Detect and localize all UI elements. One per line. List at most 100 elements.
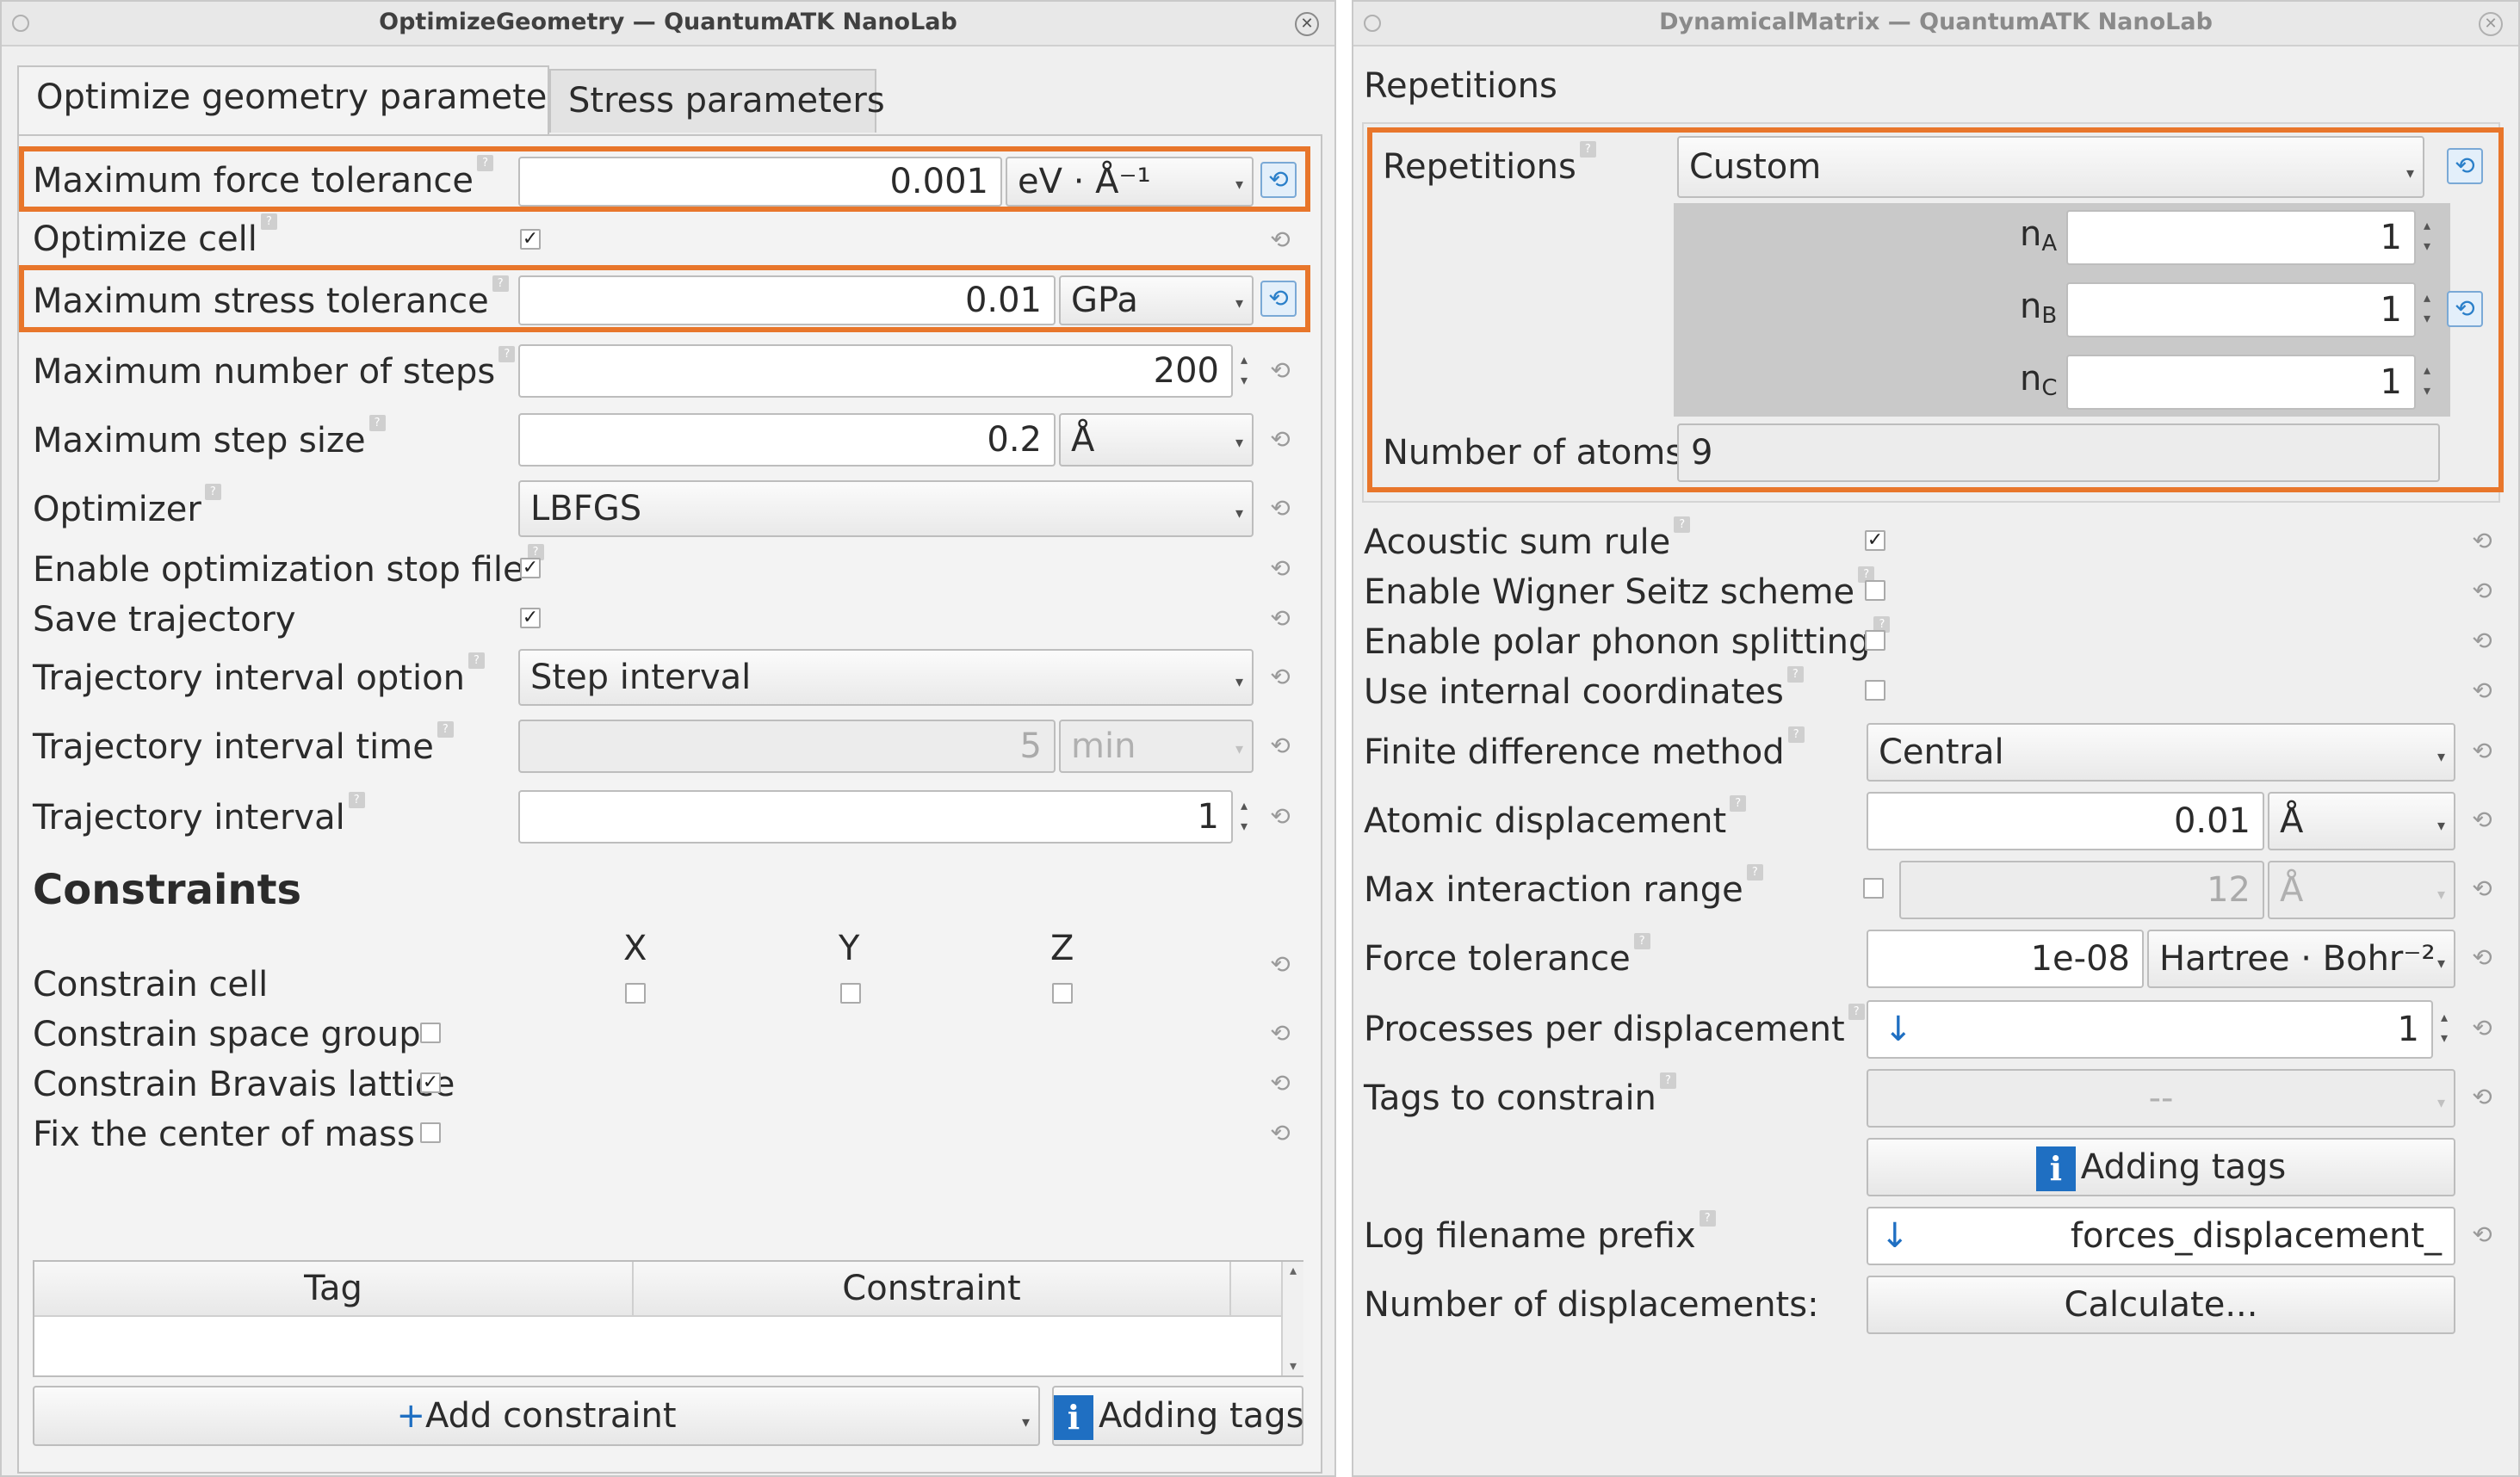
help-icon[interactable]: ?: [1786, 666, 1804, 683]
calculate-button[interactable]: Calculate...: [1867, 1276, 2455, 1334]
help-icon[interactable]: ?: [260, 213, 277, 230]
reset-icon[interactable]: ⟲: [2469, 578, 2495, 604]
tab-optimize-geometry-parameters[interactable]: Optimize geometry parameters: [17, 65, 579, 136]
dropdown-arrow-icon: ▾: [2436, 817, 2445, 835]
help-icon[interactable]: ?: [368, 415, 386, 431]
acoustic-sum-rule-checkbox[interactable]: ✓: [1865, 530, 1885, 551]
constrain-bravais-checkbox[interactable]: ✓: [420, 1072, 441, 1093]
tag-column-header[interactable]: Tag: [34, 1269, 632, 1308]
spin-arrows-icon[interactable]: ▴ ▾: [2435, 1007, 2454, 1048]
constrain-space-group-checkbox[interactable]: [420, 1023, 441, 1043]
spin-arrows-icon[interactable]: ▴ ▾: [1235, 349, 1254, 391]
constrain-cell-x-checkbox[interactable]: [625, 983, 646, 1004]
dropdown-arrow-icon: ▾: [2436, 955, 2445, 973]
stop-file-checkbox[interactable]: ✓: [520, 558, 541, 578]
repetitions-section-title: Repetitions: [1364, 66, 1557, 106]
trajectory-interval-input[interactable]: 1: [518, 790, 1233, 844]
finite-difference-select[interactable]: Central ▾: [1867, 723, 2455, 782]
reset-icon[interactable]: ⟲: [2469, 876, 2495, 902]
adding-tags-button[interactable]: i Adding tags: [1052, 1386, 1303, 1446]
help-icon[interactable]: ?: [1674, 516, 1691, 533]
help-icon[interactable]: ?: [204, 484, 221, 500]
reset-icon[interactable]: ⟲: [2469, 678, 2495, 704]
trajectory-option-select[interactable]: Step interval ▾: [518, 649, 1254, 706]
center-of-mass-label: Fix the center of mass: [33, 1115, 415, 1154]
spin-arrows-icon[interactable]: ▴ ▾: [1235, 795, 1254, 837]
constrain-cell-z-checkbox[interactable]: [1052, 983, 1073, 1004]
reset-icon[interactable]: ⟲: [2469, 1016, 2495, 1041]
reset-icon[interactable]: ⟲: [2469, 1085, 2495, 1110]
atomic-displacement-input[interactable]: 0.01: [1867, 792, 2264, 850]
close-icon[interactable]: ✕: [2479, 12, 2503, 36]
reset-icon[interactable]: ⟲: [1267, 804, 1293, 830]
reset-icon[interactable]: ⟲: [1267, 358, 1293, 384]
reset-icon[interactable]: ⟲: [1267, 496, 1293, 522]
processes-label: Processes per displacement?: [1364, 1004, 1865, 1050]
reset-icon[interactable]: ⟲: [2469, 528, 2495, 554]
help-icon[interactable]: ?: [498, 346, 516, 362]
reset-icon[interactable]: ⟲: [2469, 945, 2495, 971]
processes-input[interactable]: ↓ 1: [1867, 1000, 2433, 1059]
help-icon[interactable]: ?: [1699, 1210, 1716, 1227]
polar-splitting-checkbox[interactable]: [1865, 630, 1885, 651]
max-interaction-range-checkbox[interactable]: [1863, 878, 1884, 899]
reset-icon[interactable]: ⟲: [2469, 738, 2495, 764]
dropdown-arrow-icon: ▾: [2436, 748, 2445, 766]
polar-splitting-label: Enable polar phonon splitting?: [1364, 616, 1891, 663]
dropdown-arrow-icon: ▾: [1235, 673, 1243, 691]
optimize-cell-checkbox[interactable]: ✓: [520, 229, 541, 250]
reset-icon[interactable]: ⟲: [1267, 227, 1293, 253]
max-steps-input[interactable]: 200: [518, 344, 1233, 398]
atomic-displacement-unit-select[interactable]: Å ▾: [2268, 792, 2455, 850]
force-tolerance-unit-select[interactable]: Hartree · Bohr⁻² ▾: [2147, 930, 2455, 988]
help-icon[interactable]: ?: [467, 652, 485, 669]
log-prefix-input[interactable]: ↓ forces_displacement_: [1867, 1207, 2455, 1265]
reset-icon[interactable]: ⟲: [2469, 1222, 2495, 1248]
reset-icon[interactable]: ⟲: [1267, 733, 1293, 759]
force-tolerance-input[interactable]: 1e-08: [1867, 930, 2144, 988]
constrain-cell-y-checkbox[interactable]: [840, 983, 861, 1004]
help-icon[interactable]: ?: [1848, 1004, 1865, 1020]
highlight-box: [19, 146, 1310, 212]
help-icon[interactable]: ?: [1746, 864, 1763, 881]
reset-icon[interactable]: ⟲: [1267, 1071, 1293, 1097]
adding-tags-button[interactable]: i Adding tags: [1867, 1138, 2455, 1196]
constraint-column-header[interactable]: Constraint: [634, 1269, 1229, 1308]
internal-coordinates-label: Use internal coordinates?: [1364, 666, 1804, 713]
help-icon[interactable]: ?: [1633, 933, 1650, 949]
tab-stress-parameters[interactable]: Stress parameters: [549, 69, 885, 133]
reset-icon[interactable]: ⟲: [1267, 1121, 1293, 1146]
max-step-size-unit-select[interactable]: Å ▾: [1059, 413, 1254, 467]
help-icon[interactable]: ?: [1659, 1072, 1676, 1089]
help-icon[interactable]: ?: [437, 721, 454, 738]
max-step-size-input[interactable]: 0.2: [518, 413, 1056, 467]
reset-icon[interactable]: ⟲: [1267, 427, 1293, 453]
close-icon[interactable]: ✕: [1295, 12, 1319, 36]
table-scrollbar[interactable]: ▴ ▾: [1281, 1262, 1303, 1375]
add-constraint-button[interactable]: +Add constraint ▾: [33, 1386, 1040, 1446]
reset-icon[interactable]: ⟲: [1267, 556, 1293, 582]
help-icon[interactable]: ?: [348, 792, 365, 808]
wigner-seitz-checkbox[interactable]: [1865, 580, 1885, 601]
save-trajectory-checkbox[interactable]: ✓: [520, 608, 541, 628]
dropdown-arrow-icon: ▾: [1235, 740, 1243, 758]
internal-coordinates-checkbox[interactable]: [1865, 680, 1885, 701]
down-arrow-icon[interactable]: ↓: [1880, 1208, 1910, 1264]
constraint-table[interactable]: Tag Constraint ▴ ▾: [33, 1260, 1303, 1377]
help-icon[interactable]: ?: [1787, 726, 1805, 743]
optimizer-select[interactable]: LBFGS ▾: [518, 480, 1254, 537]
trajectory-time-label: Trajectory interval time?: [33, 721, 454, 768]
trajectory-option-label: Trajectory interval option?: [33, 652, 485, 699]
log-prefix-label: Log filename prefix?: [1364, 1210, 1716, 1257]
down-arrow-icon[interactable]: ↓: [1884, 1002, 1913, 1057]
reset-icon[interactable]: ⟲: [1267, 606, 1293, 632]
tags-to-constrain-select: -- ▾: [1867, 1069, 2455, 1128]
reset-icon[interactable]: ⟲: [1267, 664, 1293, 690]
center-of-mass-checkbox[interactable]: [420, 1122, 441, 1143]
reset-icon[interactable]: ⟲: [2469, 807, 2495, 833]
reset-icon[interactable]: ⟲: [2469, 628, 2495, 654]
force-tolerance-label: Force tolerance?: [1364, 933, 1650, 980]
reset-icon[interactable]: ⟲: [1267, 1021, 1293, 1047]
reset-icon[interactable]: ⟲: [1267, 952, 1293, 978]
help-icon[interactable]: ?: [1730, 795, 1747, 812]
